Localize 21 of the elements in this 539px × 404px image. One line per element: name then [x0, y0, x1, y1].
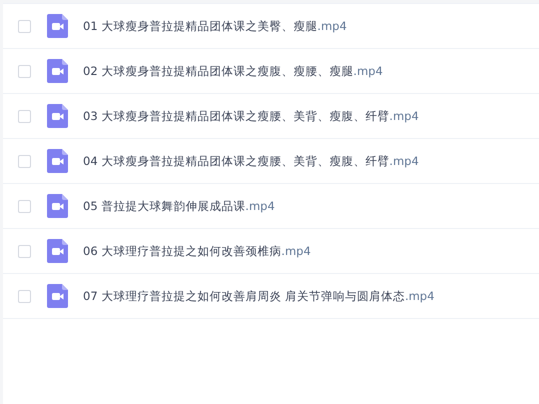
file-name[interactable]: 03 大球瘦身普拉提精品团体课之瘦腰、美背、瘦腹、纤臂.mp4 — [83, 108, 419, 124]
file-name[interactable]: 05 普拉提大球舞韵伸展成品课.mp4 — [83, 198, 275, 214]
video-file-icon — [47, 239, 68, 263]
video-file-icon — [47, 59, 68, 83]
video-file-icon — [47, 104, 68, 128]
checkbox[interactable] — [18, 64, 31, 78]
file-name[interactable]: 01 大球瘦身普拉提精品团体课之美臀、瘦腿.mp4 — [83, 18, 347, 34]
file-name[interactable]: 06 大球理疗普拉提之如何改善颈椎病.mp4 — [83, 244, 311, 258]
video-file-icon — [47, 14, 68, 38]
checkbox[interactable] — [18, 110, 31, 122]
video-file-icon — [47, 149, 68, 173]
file-name[interactable]: 02 大球瘦身普拉提精品团体课之瘦腹、瘦腰、瘦腿.mp4 — [83, 64, 383, 78]
file-name[interactable]: 04 大球瘦身普拉提精品团体课之瘦腰、美背、瘦腹、纤臂.mp4 — [83, 154, 419, 168]
checkbox[interactable] — [18, 20, 31, 32]
video-file-icon — [47, 284, 68, 308]
checkbox[interactable] — [18, 154, 31, 168]
checkbox[interactable] — [18, 290, 31, 302]
checkbox[interactable] — [18, 244, 31, 258]
video-file-icon — [47, 194, 68, 218]
file-name[interactable]: 07 大球理疗普拉提之如何改善肩周炎 肩关节弹响与圆肩体态.mp4 — [83, 288, 434, 304]
checkbox[interactable] — [18, 200, 31, 212]
